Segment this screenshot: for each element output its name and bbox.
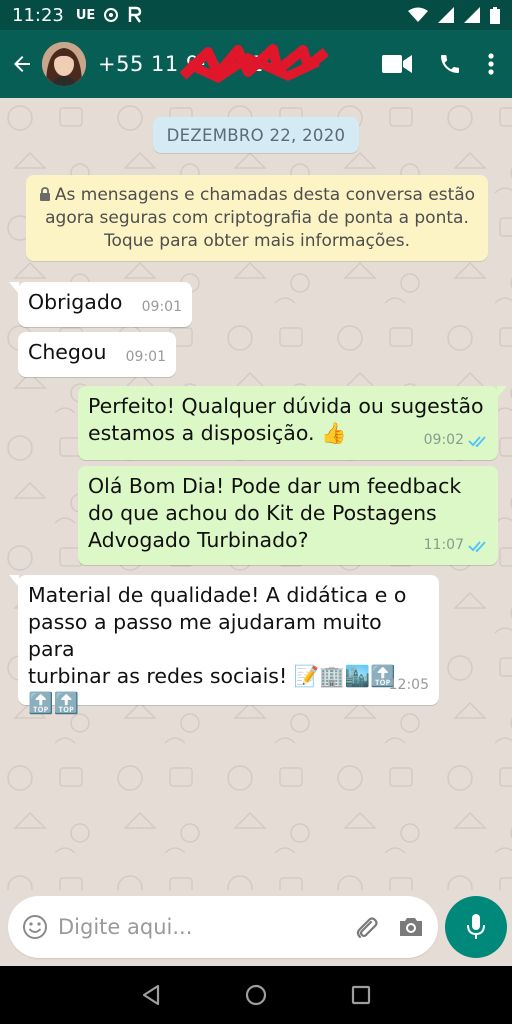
message-text: Obrigado (28, 290, 123, 314)
encryption-notice[interactable]: As mensagens e chamadas desta conversa e… (26, 175, 488, 261)
redaction-scribble (179, 44, 328, 84)
arrow-left-icon (14, 56, 30, 72)
signal-icon-2 (464, 7, 480, 23)
battery-icon (490, 6, 500, 24)
message-text: Chegou (28, 340, 107, 364)
message-input-box[interactable] (8, 896, 438, 958)
nav-home-icon[interactable] (245, 984, 267, 1006)
chat-area[interactable]: DEZEMBRO 22, 2020 As mensagens e chamada… (0, 98, 512, 890)
more-options-icon[interactable] (488, 53, 494, 75)
composer-bar (0, 890, 512, 966)
lock-icon (39, 187, 50, 201)
message-meta: 12:05 (389, 672, 429, 699)
double-check-read-icon (468, 540, 486, 552)
attach-paperclip-icon[interactable] (352, 913, 380, 941)
message-text: Material de qualidade! A didática e o pa… (28, 583, 407, 715)
message-time: 09:01 (125, 349, 166, 365)
message-input[interactable] (58, 915, 352, 939)
video-call-icon[interactable] (382, 54, 412, 74)
r-app-icon (129, 6, 142, 23)
bubble-tail (497, 386, 507, 398)
microphone-icon (467, 914, 485, 939)
message-bubble-incoming[interactable]: Chegou 09:01 (18, 332, 176, 377)
message-bubble-outgoing[interactable]: Perfeito! Qualquer dúvida ou sugestão es… (78, 386, 507, 460)
message-time: 09:02 (423, 432, 464, 448)
message-time: 11:07 (423, 537, 464, 553)
message-bubble-outgoing[interactable]: Olá Bom Dia! Pode dar um feedback do que… (78, 466, 498, 565)
bubble-tail (9, 575, 19, 587)
double-check-read-icon (468, 435, 486, 447)
header-actions (382, 52, 512, 76)
message-time: 12:05 (388, 677, 429, 693)
message-bubble-incoming[interactable]: Material de qualidade! A didática e o pa… (9, 575, 439, 715)
message-text: Olá Bom Dia! Pode dar um feedback do que… (88, 474, 462, 552)
bubble-tail (9, 282, 19, 294)
nav-recents-icon[interactable] (351, 985, 371, 1005)
status-bar: 11:23 UE (0, 0, 512, 30)
chat-header: +55 11 9·······12 (0, 30, 512, 98)
wifi-icon (408, 7, 428, 22)
status-system-icons (408, 6, 500, 24)
status-time: 11:23 (12, 4, 64, 26)
contact-photo (42, 42, 86, 86)
avatar[interactable] (42, 42, 86, 86)
back-button[interactable] (2, 30, 42, 98)
mic-button[interactable] (445, 896, 507, 958)
message-time: 09:01 (141, 299, 182, 315)
nav-back-icon[interactable] (141, 984, 161, 1006)
message-bubble-incoming[interactable]: Obrigado 09:01 (9, 282, 192, 327)
carrier-tag: UE (75, 7, 96, 23)
whatsapp-notification-icon (104, 8, 119, 22)
message-meta: 09:01 (126, 344, 166, 371)
message-meta: 11:07 (424, 532, 488, 559)
message-meta: 09:02 (424, 427, 488, 454)
contact-name[interactable]: +55 11 9·······12 (98, 44, 328, 84)
camera-icon[interactable] (398, 916, 424, 938)
status-notification-icons: UE (76, 6, 143, 24)
emoji-icon[interactable] (22, 914, 48, 940)
system-navigation-bar (0, 966, 512, 1024)
message-meta: 09:01 (142, 294, 182, 321)
signal-icon (438, 7, 454, 23)
phone-icon[interactable] (438, 52, 462, 76)
date-divider: DEZEMBRO 22, 2020 (153, 117, 359, 153)
